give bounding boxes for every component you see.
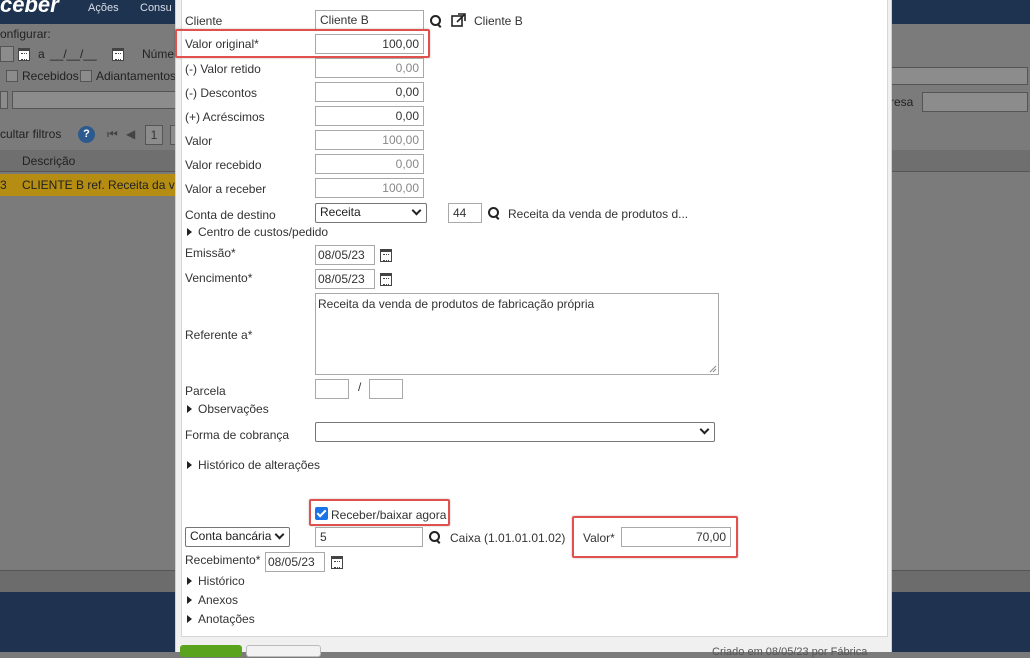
- row-number: 3: [0, 178, 7, 192]
- created-info: Criado em 08/05/23 por Fábrica: [712, 646, 868, 658]
- valor-a-receber-input[interactable]: [315, 178, 424, 198]
- table-row[interactable]: 3 CLIENTE B ref. Receita da ve: [0, 174, 182, 196]
- conta-destino-select[interactable]: Receita: [315, 203, 427, 223]
- hide-filters-button[interactable]: cultar filtros: [0, 127, 61, 141]
- recebimento-label: Recebimento*: [185, 553, 261, 567]
- expand-triangle-icon[interactable]: [187, 461, 192, 469]
- chevron-down-icon: [411, 205, 422, 216]
- empresa-select[interactable]: [890, 67, 1028, 85]
- calendar-icon[interactable]: [380, 249, 392, 262]
- expand-triangle-icon[interactable]: [187, 228, 192, 236]
- observacoes-toggle[interactable]: Observações: [198, 402, 269, 416]
- recebidos-label: Recebidos: [22, 69, 79, 83]
- filter-input[interactable]: [12, 91, 177, 109]
- cliente-label: Cliente: [185, 14, 223, 28]
- centro-custos-toggle[interactable]: Centro de custos/pedido: [198, 225, 328, 239]
- recebimento-input[interactable]: [265, 552, 325, 572]
- valor-retido-input[interactable]: [315, 58, 424, 78]
- date-from-input[interactable]: [0, 46, 14, 62]
- cancel-button[interactable]: [246, 645, 321, 657]
- valor-retido-label: (-) Valor retido: [185, 62, 261, 76]
- help-icon[interactable]: ?: [78, 126, 95, 143]
- calendar-icon[interactable]: [380, 273, 392, 286]
- conta-destino-description: Receita da venda de produtos d...: [508, 207, 689, 221]
- conta-destino-select-value: Receita: [320, 205, 361, 219]
- search-icon[interactable]: [430, 15, 442, 27]
- cliente-input[interactable]: [315, 10, 424, 30]
- acrescimos-label: (+) Acréscimos: [185, 110, 265, 124]
- historico-toggle[interactable]: Histórico: [198, 574, 245, 588]
- row-description: CLIENTE B ref. Receita da ve: [22, 178, 182, 192]
- conta-bancaria-value: Conta bancária: [190, 529, 272, 543]
- parcela-separator: /: [358, 380, 362, 394]
- expand-triangle-icon[interactable]: [187, 615, 192, 623]
- page-number[interactable]: 1: [145, 125, 163, 145]
- column-descricao[interactable]: Descrição: [22, 154, 75, 168]
- highlight-valor-original: [175, 29, 430, 58]
- conta-bancaria-description: Caixa (1.01.01.01.02): [450, 531, 566, 545]
- calendar-icon[interactable]: [112, 48, 124, 61]
- forma-cobranca-label: Forma de cobrança: [185, 428, 290, 442]
- numero-label: Núme: [142, 47, 175, 61]
- date-to-input[interactable]: __/__/__: [50, 47, 97, 61]
- configurar-label: onfigurar:: [0, 27, 51, 41]
- adiantamentos-label: Adiantamentos: [96, 69, 177, 83]
- conta-bancaria-select[interactable]: Conta bancária: [185, 527, 290, 547]
- vencimento-label: Vencimento*: [185, 271, 253, 285]
- cliente-link[interactable]: Cliente B: [474, 14, 523, 28]
- prev-page-icon[interactable]: ◀: [126, 127, 135, 141]
- empresa-input[interactable]: [922, 92, 1028, 112]
- conta-destino-label: Conta de destino: [185, 208, 276, 222]
- external-link-icon[interactable]: [451, 13, 466, 27]
- adiantamentos-checkbox[interactable]: [80, 70, 92, 82]
- valor-recebido-label: Valor recebido: [185, 158, 262, 172]
- recebidos-checkbox[interactable]: [6, 70, 18, 82]
- valor-a-receber-label: Valor a receber: [185, 182, 267, 196]
- referente-label: Referente a*: [185, 328, 253, 342]
- conta-bancaria-code-input[interactable]: [315, 527, 423, 547]
- resize-handle-icon[interactable]: [709, 365, 717, 373]
- vencimento-input[interactable]: [315, 269, 375, 289]
- menu-acoes[interactable]: Ações: [88, 2, 119, 14]
- app-brand: ceber: [0, 0, 59, 17]
- first-page-icon[interactable]: ⏮: [107, 127, 118, 142]
- forma-cobranca-select[interactable]: [315, 422, 715, 442]
- referente-textarea[interactable]: Receita da venda de produtos de fabricaç…: [315, 293, 719, 375]
- emissao-input[interactable]: [315, 245, 375, 265]
- expand-triangle-icon[interactable]: [187, 405, 192, 413]
- valor-input[interactable]: [315, 130, 424, 150]
- highlight-receber-agora: [309, 499, 450, 526]
- parcela-total-input[interactable]: [369, 379, 403, 399]
- chevron-down-icon: [274, 529, 285, 540]
- descontos-input[interactable]: [315, 82, 424, 102]
- filter-select[interactable]: [0, 91, 8, 109]
- highlight-valor-baixa: [572, 516, 738, 558]
- menu-consultas[interactable]: Consu: [140, 2, 172, 14]
- descontos-label: (-) Descontos: [185, 86, 258, 100]
- save-button[interactable]: [180, 645, 242, 657]
- search-icon[interactable]: [429, 531, 441, 543]
- historico-alteracoes-toggle[interactable]: Histórico de alterações: [198, 458, 320, 472]
- chevron-down-icon: [699, 424, 710, 435]
- calendar-icon[interactable]: [18, 48, 30, 61]
- expand-triangle-icon[interactable]: [187, 596, 192, 604]
- conta-destino-code-input[interactable]: [448, 203, 482, 223]
- valor-recebido-input[interactable]: [315, 154, 424, 174]
- anexos-toggle[interactable]: Anexos: [198, 593, 238, 607]
- valor-label: Valor: [185, 134, 213, 148]
- date-separator: a: [38, 47, 45, 61]
- calendar-icon[interactable]: [331, 556, 343, 569]
- emissao-label: Emissão*: [185, 246, 236, 260]
- referente-text: Receita da venda de produtos de fabricaç…: [318, 297, 595, 311]
- acrescimos-input[interactable]: [315, 106, 424, 126]
- anotacoes-toggle[interactable]: Anotações: [198, 612, 255, 626]
- parcela-input[interactable]: [315, 379, 349, 399]
- empresa-label: resa: [890, 95, 914, 109]
- search-icon[interactable]: [488, 207, 500, 219]
- expand-triangle-icon[interactable]: [187, 577, 192, 585]
- parcela-label: Parcela: [185, 384, 226, 398]
